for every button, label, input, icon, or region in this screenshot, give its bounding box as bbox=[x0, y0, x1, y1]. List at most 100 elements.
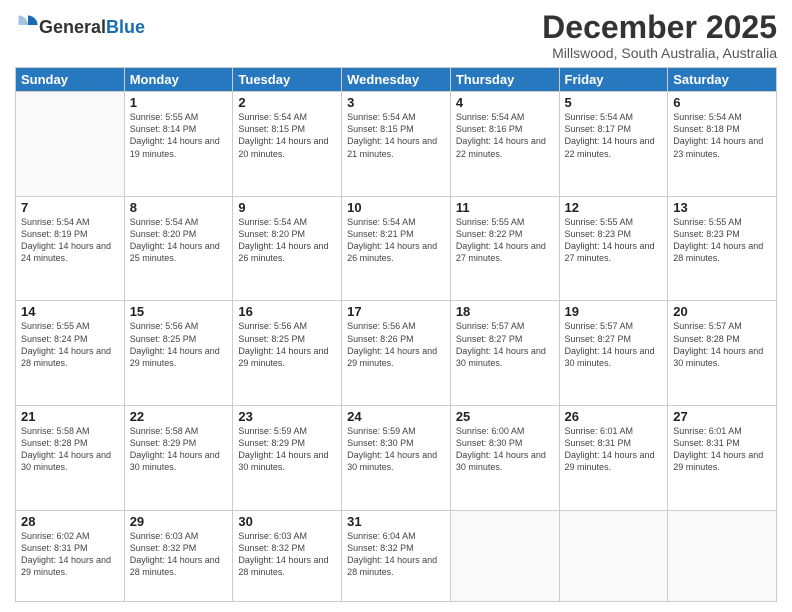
table-row: 4Sunrise: 5:54 AMSunset: 8:16 PMDaylight… bbox=[450, 92, 559, 197]
day-number: 26 bbox=[565, 409, 663, 424]
cell-content: Sunrise: 5:58 AMSunset: 8:28 PMDaylight:… bbox=[21, 425, 119, 474]
cell-content: Sunrise: 5:56 AMSunset: 8:25 PMDaylight:… bbox=[130, 320, 228, 369]
logo-general-text: General bbox=[39, 17, 106, 37]
day-number: 23 bbox=[238, 409, 336, 424]
day-number: 5 bbox=[565, 95, 663, 110]
table-row: 15Sunrise: 5:56 AMSunset: 8:25 PMDayligh… bbox=[124, 301, 233, 406]
cell-content: Sunrise: 5:54 AMSunset: 8:16 PMDaylight:… bbox=[456, 111, 554, 160]
table-row: 25Sunrise: 6:00 AMSunset: 8:30 PMDayligh… bbox=[450, 406, 559, 511]
table-row bbox=[16, 92, 125, 197]
cell-content: Sunrise: 5:55 AMSunset: 8:23 PMDaylight:… bbox=[673, 216, 771, 265]
table-row: 27Sunrise: 6:01 AMSunset: 8:31 PMDayligh… bbox=[668, 406, 777, 511]
calendar-week-row: 14Sunrise: 5:55 AMSunset: 8:24 PMDayligh… bbox=[16, 301, 777, 406]
table-row: 19Sunrise: 5:57 AMSunset: 8:27 PMDayligh… bbox=[559, 301, 668, 406]
table-row: 30Sunrise: 6:03 AMSunset: 8:32 PMDayligh… bbox=[233, 510, 342, 601]
table-row: 26Sunrise: 6:01 AMSunset: 8:31 PMDayligh… bbox=[559, 406, 668, 511]
day-number: 31 bbox=[347, 514, 445, 529]
day-number: 20 bbox=[673, 304, 771, 319]
cell-content: Sunrise: 5:55 AMSunset: 8:22 PMDaylight:… bbox=[456, 216, 554, 265]
table-row: 5Sunrise: 5:54 AMSunset: 8:17 PMDaylight… bbox=[559, 92, 668, 197]
cell-content: Sunrise: 5:59 AMSunset: 8:29 PMDaylight:… bbox=[238, 425, 336, 474]
day-number: 7 bbox=[21, 200, 119, 215]
table-row: 11Sunrise: 5:55 AMSunset: 8:22 PMDayligh… bbox=[450, 196, 559, 301]
cell-content: Sunrise: 5:57 AMSunset: 8:27 PMDaylight:… bbox=[456, 320, 554, 369]
calendar-subtitle: Millswood, South Australia, Australia bbox=[542, 45, 777, 61]
table-row: 7Sunrise: 5:54 AMSunset: 8:19 PMDaylight… bbox=[16, 196, 125, 301]
cell-content: Sunrise: 5:55 AMSunset: 8:23 PMDaylight:… bbox=[565, 216, 663, 265]
day-number: 6 bbox=[673, 95, 771, 110]
day-number: 21 bbox=[21, 409, 119, 424]
cell-content: Sunrise: 5:59 AMSunset: 8:30 PMDaylight:… bbox=[347, 425, 445, 474]
table-row: 23Sunrise: 5:59 AMSunset: 8:29 PMDayligh… bbox=[233, 406, 342, 511]
day-number: 18 bbox=[456, 304, 554, 319]
day-number: 17 bbox=[347, 304, 445, 319]
cell-content: Sunrise: 5:55 AMSunset: 8:24 PMDaylight:… bbox=[21, 320, 119, 369]
cell-content: Sunrise: 5:54 AMSunset: 8:20 PMDaylight:… bbox=[130, 216, 228, 265]
cell-content: Sunrise: 5:54 AMSunset: 8:15 PMDaylight:… bbox=[238, 111, 336, 160]
header-monday: Monday bbox=[124, 68, 233, 92]
day-number: 27 bbox=[673, 409, 771, 424]
day-number: 2 bbox=[238, 95, 336, 110]
table-row: 3Sunrise: 5:54 AMSunset: 8:15 PMDaylight… bbox=[342, 92, 451, 197]
table-row: 20Sunrise: 5:57 AMSunset: 8:28 PMDayligh… bbox=[668, 301, 777, 406]
cell-content: Sunrise: 5:54 AMSunset: 8:19 PMDaylight:… bbox=[21, 216, 119, 265]
table-row: 1Sunrise: 5:55 AMSunset: 8:14 PMDaylight… bbox=[124, 92, 233, 197]
day-number: 22 bbox=[130, 409, 228, 424]
table-row: 2Sunrise: 5:54 AMSunset: 8:15 PMDaylight… bbox=[233, 92, 342, 197]
cell-content: Sunrise: 6:03 AMSunset: 8:32 PMDaylight:… bbox=[238, 530, 336, 579]
table-row: 13Sunrise: 5:55 AMSunset: 8:23 PMDayligh… bbox=[668, 196, 777, 301]
day-number: 11 bbox=[456, 200, 554, 215]
table-row: 9Sunrise: 5:54 AMSunset: 8:20 PMDaylight… bbox=[233, 196, 342, 301]
logo-icon bbox=[17, 14, 39, 36]
cell-content: Sunrise: 5:54 AMSunset: 8:20 PMDaylight:… bbox=[238, 216, 336, 265]
day-number: 14 bbox=[21, 304, 119, 319]
table-row bbox=[668, 510, 777, 601]
table-row: 18Sunrise: 5:57 AMSunset: 8:27 PMDayligh… bbox=[450, 301, 559, 406]
table-row: 22Sunrise: 5:58 AMSunset: 8:29 PMDayligh… bbox=[124, 406, 233, 511]
day-number: 8 bbox=[130, 200, 228, 215]
day-number: 16 bbox=[238, 304, 336, 319]
cell-content: Sunrise: 5:57 AMSunset: 8:27 PMDaylight:… bbox=[565, 320, 663, 369]
cell-content: Sunrise: 5:56 AMSunset: 8:26 PMDaylight:… bbox=[347, 320, 445, 369]
day-number: 30 bbox=[238, 514, 336, 529]
calendar-week-row: 28Sunrise: 6:02 AMSunset: 8:31 PMDayligh… bbox=[16, 510, 777, 601]
table-row: 10Sunrise: 5:54 AMSunset: 8:21 PMDayligh… bbox=[342, 196, 451, 301]
cell-content: Sunrise: 5:54 AMSunset: 8:17 PMDaylight:… bbox=[565, 111, 663, 160]
table-row: 17Sunrise: 5:56 AMSunset: 8:26 PMDayligh… bbox=[342, 301, 451, 406]
header-friday: Friday bbox=[559, 68, 668, 92]
cell-content: Sunrise: 5:58 AMSunset: 8:29 PMDaylight:… bbox=[130, 425, 228, 474]
header-saturday: Saturday bbox=[668, 68, 777, 92]
title-block: December 2025 Millswood, South Australia… bbox=[542, 10, 777, 61]
page: GeneralBlue December 2025 Millswood, Sou… bbox=[0, 0, 792, 612]
cell-content: Sunrise: 6:02 AMSunset: 8:31 PMDaylight:… bbox=[21, 530, 119, 579]
table-row: 12Sunrise: 5:55 AMSunset: 8:23 PMDayligh… bbox=[559, 196, 668, 301]
cell-content: Sunrise: 5:55 AMSunset: 8:14 PMDaylight:… bbox=[130, 111, 228, 160]
table-row: 16Sunrise: 5:56 AMSunset: 8:25 PMDayligh… bbox=[233, 301, 342, 406]
calendar-week-row: 7Sunrise: 5:54 AMSunset: 8:19 PMDaylight… bbox=[16, 196, 777, 301]
logo: GeneralBlue bbox=[15, 14, 145, 41]
cell-content: Sunrise: 6:04 AMSunset: 8:32 PMDaylight:… bbox=[347, 530, 445, 579]
logo-blue-text: Blue bbox=[106, 17, 145, 37]
day-number: 1 bbox=[130, 95, 228, 110]
day-number: 19 bbox=[565, 304, 663, 319]
day-number: 15 bbox=[130, 304, 228, 319]
header-thursday: Thursday bbox=[450, 68, 559, 92]
calendar-week-row: 1Sunrise: 5:55 AMSunset: 8:14 PMDaylight… bbox=[16, 92, 777, 197]
header-tuesday: Tuesday bbox=[233, 68, 342, 92]
day-number: 3 bbox=[347, 95, 445, 110]
day-number: 24 bbox=[347, 409, 445, 424]
table-row bbox=[559, 510, 668, 601]
header-wednesday: Wednesday bbox=[342, 68, 451, 92]
weekday-header-row: Sunday Monday Tuesday Wednesday Thursday… bbox=[16, 68, 777, 92]
cell-content: Sunrise: 5:54 AMSunset: 8:21 PMDaylight:… bbox=[347, 216, 445, 265]
cell-content: Sunrise: 6:00 AMSunset: 8:30 PMDaylight:… bbox=[456, 425, 554, 474]
table-row: 8Sunrise: 5:54 AMSunset: 8:20 PMDaylight… bbox=[124, 196, 233, 301]
day-number: 10 bbox=[347, 200, 445, 215]
table-row: 21Sunrise: 5:58 AMSunset: 8:28 PMDayligh… bbox=[16, 406, 125, 511]
cell-content: Sunrise: 5:56 AMSunset: 8:25 PMDaylight:… bbox=[238, 320, 336, 369]
day-number: 13 bbox=[673, 200, 771, 215]
cell-content: Sunrise: 6:03 AMSunset: 8:32 PMDaylight:… bbox=[130, 530, 228, 579]
cell-content: Sunrise: 6:01 AMSunset: 8:31 PMDaylight:… bbox=[565, 425, 663, 474]
table-row bbox=[450, 510, 559, 601]
header-sunday: Sunday bbox=[16, 68, 125, 92]
